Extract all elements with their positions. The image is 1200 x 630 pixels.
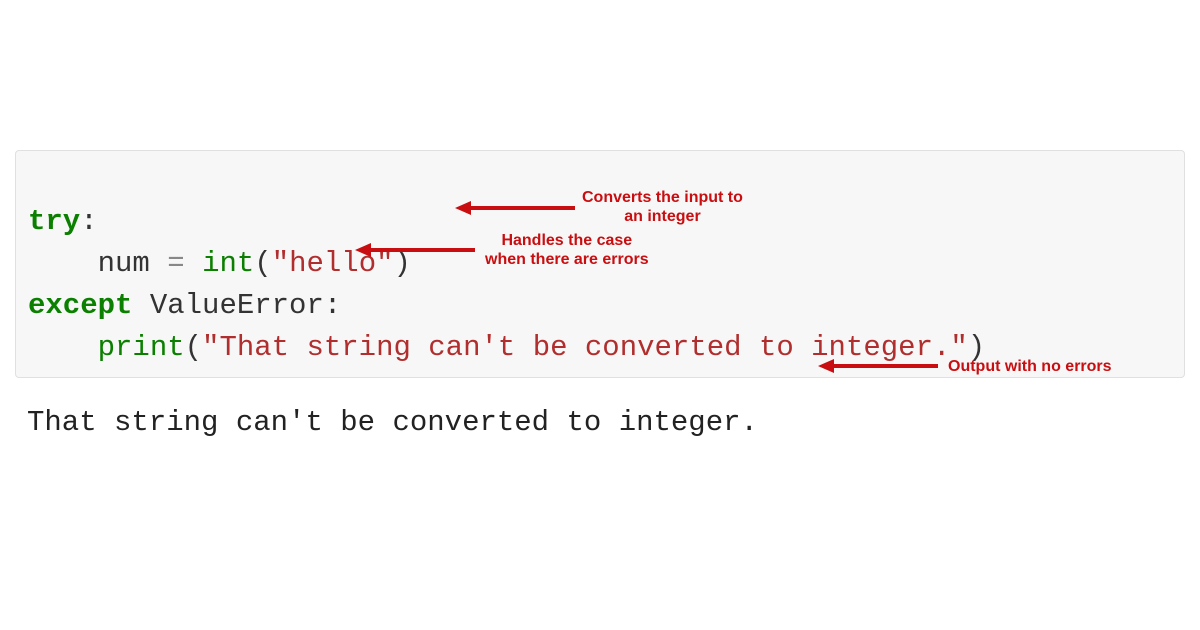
function-int: int <box>202 247 254 280</box>
output-block: That string can't be converted to intege… <box>15 406 1185 439</box>
annotation-converts-input: Converts the input to an integer <box>582 188 743 226</box>
output-text: That string can't be converted to intege… <box>27 406 758 439</box>
code-line-3: except ValueError: <box>28 289 341 322</box>
code-line-1: try: <box>28 205 98 238</box>
keyword-try: try <box>28 205 80 238</box>
variable-num: num <box>98 247 150 280</box>
arrow-annotation-2 <box>355 240 475 260</box>
annotation-handles-errors: Handles the case when there are errors <box>485 231 649 269</box>
annotation-output-no-errors: Output with no errors <box>948 357 1112 376</box>
arrow-annotation-1 <box>455 198 575 218</box>
keyword-except: except <box>28 289 132 322</box>
exception-valueerror: ValueError <box>150 289 324 322</box>
code-line-2: num = int("hello") <box>28 247 411 280</box>
function-print: print <box>98 331 185 364</box>
arrow-annotation-3 <box>818 356 938 376</box>
